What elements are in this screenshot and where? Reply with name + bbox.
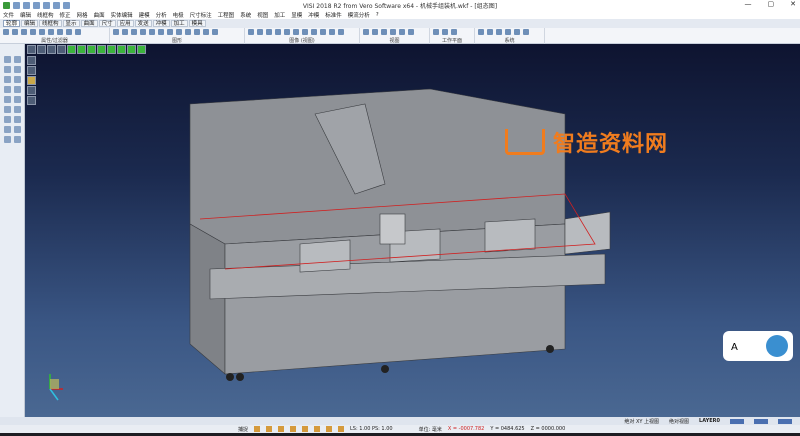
status-bar-bottom: 捕捉 LS: 1.00 PS: 1.00 单位: 毫米 X = -0007.78… (0, 425, 800, 433)
ribbon-tab[interactable]: 轮廓 (3, 20, 21, 27)
menu-item[interactable]: 加工 (274, 11, 285, 19)
menu-item[interactable]: 冲模 (308, 11, 319, 19)
unit-status: 单位: 毫米 (418, 426, 442, 433)
menu-item[interactable]: 工程图 (218, 11, 235, 19)
abs-view-status[interactable]: 绝对视图 (669, 418, 689, 425)
tool-icon[interactable] (4, 126, 11, 133)
ribbon-tab[interactable]: 模具 (188, 20, 206, 27)
y-coordinate: Y = 0484.625 (490, 426, 525, 432)
ribbon-group-filter: 属性/过滤器 (0, 28, 110, 44)
menu-item[interactable]: 视图 (257, 11, 268, 19)
ribbon-tab[interactable]: 显示 (62, 20, 80, 27)
tool-icon[interactable] (14, 96, 21, 103)
ribbon-group-workplane: 工作平面 (430, 28, 475, 44)
menu-item[interactable]: 尺寸标注 (190, 11, 212, 19)
menu-item[interactable]: 显模 (291, 11, 302, 19)
menu-item[interactable]: ? (376, 12, 379, 18)
menu-item[interactable]: 编辑 (20, 11, 31, 19)
ribbon-tab[interactable]: 发送 (134, 20, 152, 27)
tool-icon[interactable] (14, 76, 21, 83)
tool-icon[interactable] (4, 136, 11, 143)
ribbon-tab[interactable]: 线框构 (39, 20, 62, 27)
snap-icon[interactable] (314, 426, 321, 432)
status-bar-top: 绝对 XY 上视图 绝对视图 LAYER0 (0, 417, 800, 425)
tool-icon[interactable] (14, 116, 21, 123)
maximize-button[interactable]: ▢ (768, 0, 775, 8)
tool-icon[interactable] (14, 86, 21, 93)
ribbon-group-image: 图像 (视图) (245, 28, 360, 44)
left-toolbar[interactable] (0, 44, 25, 417)
snap-icon[interactable] (302, 426, 309, 432)
menu-item[interactable]: 文件 (3, 11, 14, 19)
snap-icon[interactable] (278, 426, 285, 432)
snap-label[interactable]: 捕捉 (238, 426, 248, 433)
layer-status[interactable]: LAYER0 (699, 418, 720, 424)
ribbon-tab[interactable]: 加工 (170, 20, 188, 27)
snap-icon[interactable] (266, 426, 273, 432)
watermark-logo: 智造资料网 (505, 126, 668, 158)
scale-status: LS: 1.00 PS: 1.00 (350, 426, 393, 432)
tool-icon[interactable] (14, 56, 21, 63)
ribbon-tab[interactable]: 尺寸 (98, 20, 116, 27)
menu-item[interactable]: 线框构 (37, 11, 54, 19)
ribbon-tabs: 轮廓 编辑 线框构 显示 曲面 尺寸 应用 发送 冲模 加工 模具 (0, 19, 800, 28)
menu-item[interactable]: 系统 (240, 11, 251, 19)
ribbon-tab[interactable]: 曲面 (80, 20, 98, 27)
axis-triad (49, 374, 63, 401)
ribbon-tab[interactable]: 编辑 (21, 20, 39, 27)
tool-icon[interactable] (4, 106, 11, 113)
tool-icon[interactable] (4, 96, 11, 103)
menu-item[interactable]: 模流分析 (348, 11, 370, 19)
view-status[interactable]: 绝对 XY 上视图 (624, 418, 659, 425)
menu-item[interactable]: 实体编辑 (111, 11, 133, 19)
tool-icon[interactable] (14, 66, 21, 73)
snap-icon[interactable] (290, 426, 297, 432)
minimize-button[interactable]: — (745, 0, 752, 8)
tool-icon[interactable] (14, 106, 21, 113)
z-coordinate: Z = 0000.000 (530, 426, 566, 432)
ribbon-group-graphics: 图形 (110, 28, 245, 44)
machine-model: A (49, 88, 793, 401)
menu-bar: 文件 编辑 线框构 修正 网格 曲面 实体编辑 建模 分析 电极 尺寸标注 工程图 系统 视图 加工 显模 冲模… (0, 11, 800, 19)
ribbon-group-system: 系统 (475, 28, 545, 44)
ribbon-tab[interactable]: 冲模 (152, 20, 170, 27)
menu-item[interactable]: 曲面 (94, 11, 105, 19)
window-title: VISI 2018 R2 from Vero Software x64 - 机械… (302, 3, 498, 10)
navigation-cube: A (723, 331, 793, 361)
3d-viewport[interactable]: A 智造资料网 (25, 44, 800, 417)
menu-item[interactable]: 分析 (156, 11, 167, 19)
menu-item[interactable]: 网格 (77, 11, 88, 19)
ribbon: 属性/过滤器 图形 图像 (视图) 视图 工作平面 系统 (0, 28, 800, 44)
menu-item[interactable]: 修正 (60, 11, 71, 19)
snap-icon[interactable] (254, 426, 261, 432)
tool-icon[interactable] (4, 76, 11, 83)
tool-icon[interactable] (4, 66, 11, 73)
title-bar: VISI 2018 R2 from Vero Software x64 - 机械… (0, 0, 800, 11)
menu-item[interactable]: 建模 (139, 11, 150, 19)
tool-icon[interactable] (4, 86, 11, 93)
tool-icon[interactable] (14, 136, 21, 143)
tool-icon[interactable] (4, 116, 11, 123)
close-button[interactable]: ✕ (790, 0, 796, 8)
tool-icon[interactable] (14, 126, 21, 133)
ribbon-tab[interactable]: 应用 (116, 20, 134, 27)
ribbon-group-view: 视图 (360, 28, 430, 44)
snap-icon[interactable] (326, 426, 333, 432)
tool-icon[interactable] (4, 56, 11, 63)
menu-item[interactable]: 电极 (173, 11, 184, 19)
svg-text:A: A (731, 342, 738, 353)
snap-icon[interactable] (338, 426, 345, 432)
x-coordinate: X = -0007.782 (447, 426, 485, 432)
menu-item[interactable]: 标准件 (325, 11, 342, 19)
